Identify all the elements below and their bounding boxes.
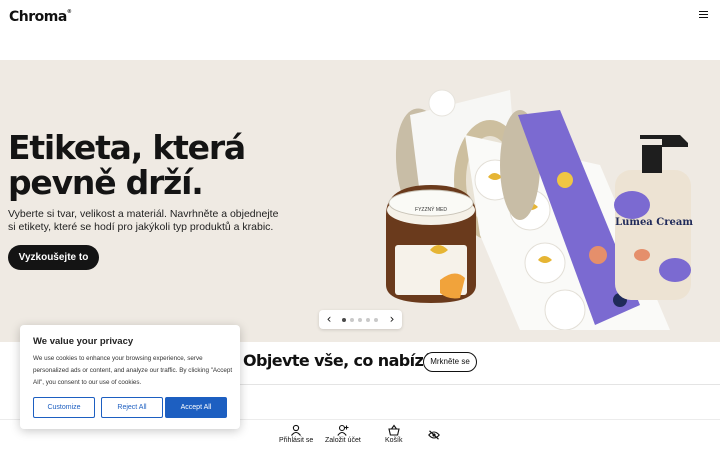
carousel-dot-5[interactable]	[374, 318, 378, 322]
cookie-text: We use cookies to enhance your browsing …	[33, 355, 233, 386]
login-link[interactable]: Přihlásit se	[279, 424, 313, 444]
basket-icon	[388, 424, 400, 436]
take-a-look-button[interactable]: Mrkněte se	[423, 352, 477, 372]
customize-button[interactable]: Customize	[33, 397, 95, 418]
carousel-dot-1[interactable]	[342, 318, 346, 322]
cookie-consent-dialog: We value your privacy We use cookies to …	[20, 325, 240, 429]
logo-text: Chroma	[9, 9, 67, 25]
cart-link[interactable]: Košík	[385, 424, 403, 444]
carousel-dot-2[interactable]	[350, 318, 354, 322]
carousel-dot-3[interactable]	[358, 318, 362, 322]
accept-all-button[interactable]: Accept All	[165, 397, 227, 418]
register-link[interactable]: Založit účet	[325, 424, 361, 444]
login-label: Přihlásit se	[279, 437, 314, 444]
eye-slash-icon	[428, 430, 440, 440]
user-add-icon	[337, 424, 349, 436]
logo-registered-mark: ®	[66, 9, 72, 15]
accessibility-toggle[interactable]	[428, 430, 440, 440]
chevron-right-icon[interactable]: ›	[384, 310, 400, 329]
hero-title: Etiketa, která pevně drží.	[8, 128, 246, 202]
register-label: Založit účet	[325, 437, 361, 444]
bottle-label: Lumea Cream	[615, 217, 693, 228]
carousel-dot-4[interactable]	[366, 318, 370, 322]
chroma-logo[interactable]: Chroma®	[9, 9, 72, 25]
try-it-button[interactable]: Vyzkoušejte to	[8, 245, 99, 270]
jar-lid-label: FYZZNÝ MED	[415, 206, 447, 213]
user-icon	[291, 424, 302, 436]
chevron-left-icon[interactable]: ‹	[321, 310, 337, 329]
reject-all-button[interactable]: Reject All	[101, 397, 163, 418]
hero-product-image: FYZZNÝ MED Lumea Cream	[386, 89, 693, 330]
hamburger-menu-icon[interactable]	[699, 11, 708, 19]
hero-banner: Etiketa, která pevně drží. Vyberte si tv…	[0, 60, 720, 342]
cart-label: Košík	[385, 437, 403, 444]
carousel-controls: ‹ ›	[319, 310, 402, 329]
cookie-title: We value your privacy	[33, 336, 134, 347]
site-header: Chroma®	[0, 0, 720, 60]
hero-subtitle: Vyberte si tvar, velikost a materiál. Na…	[8, 208, 279, 233]
